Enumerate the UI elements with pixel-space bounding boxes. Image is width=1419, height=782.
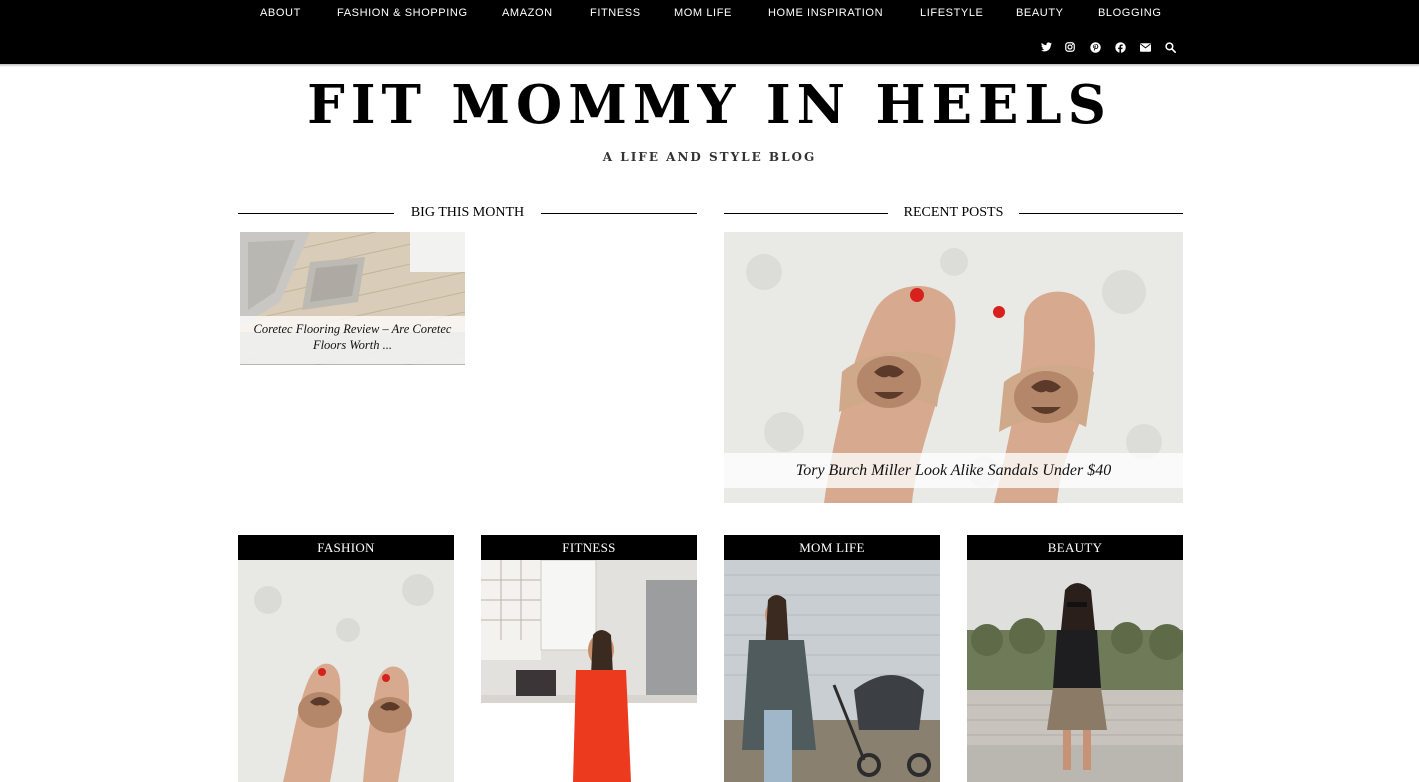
nav-item-amazon[interactable]: AMAZON <box>502 7 553 19</box>
nav-item-fitness[interactable]: FITNESS <box>590 7 641 19</box>
mom-life-stroller-photo <box>724 560 940 782</box>
top-navigation-bar: ABOUT FASHION & SHOPPING AMAZON FITNESS … <box>0 0 1419 64</box>
beauty-outdoor-photo <box>967 560 1183 782</box>
category-beauty-image[interactable] <box>967 560 1183 782</box>
big-this-month-caption[interactable]: Coretec Flooring Review – Are Coretec Fl… <box>240 316 465 364</box>
big-this-month-post[interactable]: Coretec Flooring Review – Are Coretec Fl… <box>240 232 465 365</box>
nav-shadow-divider <box>0 64 1419 67</box>
category-label-text: BEAUTY <box>1047 540 1103 555</box>
big-this-month-heading: BIG THIS MONTH <box>394 205 541 221</box>
nav-item-beauty[interactable]: BEAUTY <box>1016 7 1064 19</box>
nav-item-about[interactable]: ABOUT <box>260 7 301 19</box>
category-label-text: FASHION <box>317 540 375 555</box>
category-label-text: FITNESS <box>562 540 616 555</box>
category-beauty-label[interactable]: BEAUTY <box>967 535 1183 566</box>
nav-item-blogging[interactable]: BLOGGING <box>1098 7 1161 19</box>
recent-post-featured[interactable]: Tory Burch Miller Look Alike Sandals Und… <box>724 232 1183 503</box>
nav-item-fashion-shopping[interactable]: FASHION & SHOPPING <box>337 7 468 19</box>
twitter-icon[interactable] <box>1039 40 1053 54</box>
fitness-kitchen-photo <box>481 560 697 782</box>
site-tagline: A LIFE AND STYLE BLOG <box>602 150 817 164</box>
category-mom-life-label[interactable]: MOM LIFE <box>724 535 940 566</box>
pinterest-icon[interactable] <box>1088 40 1102 54</box>
category-fitness-image[interactable] <box>481 560 697 782</box>
category-fashion-label[interactable]: FASHION <box>238 535 454 566</box>
category-mom-life-image[interactable] <box>724 560 940 782</box>
recent-posts-heading: RECENT POSTS <box>888 205 1019 221</box>
category-fitness-label[interactable]: FITNESS <box>481 535 697 566</box>
category-label-text: MOM LIFE <box>799 540 865 555</box>
nav-item-mom-life[interactable]: MOM LIFE <box>674 7 732 19</box>
search-icon[interactable] <box>1163 40 1177 54</box>
facebook-icon[interactable] <box>1113 40 1127 54</box>
site-title[interactable]: FIT MOMMY IN HEELS <box>0 70 1419 140</box>
nav-item-home-inspiration[interactable]: HOME INSPIRATION <box>768 7 883 19</box>
nav-item-lifestyle[interactable]: LIFESTYLE <box>920 7 983 19</box>
recent-post-caption[interactable]: Tory Burch Miller Look Alike Sandals Und… <box>724 453 1183 488</box>
email-icon[interactable] <box>1138 40 1152 54</box>
instagram-icon[interactable] <box>1063 40 1077 54</box>
fashion-sandals-photo <box>238 560 454 782</box>
category-fashion-image[interactable] <box>238 560 454 782</box>
